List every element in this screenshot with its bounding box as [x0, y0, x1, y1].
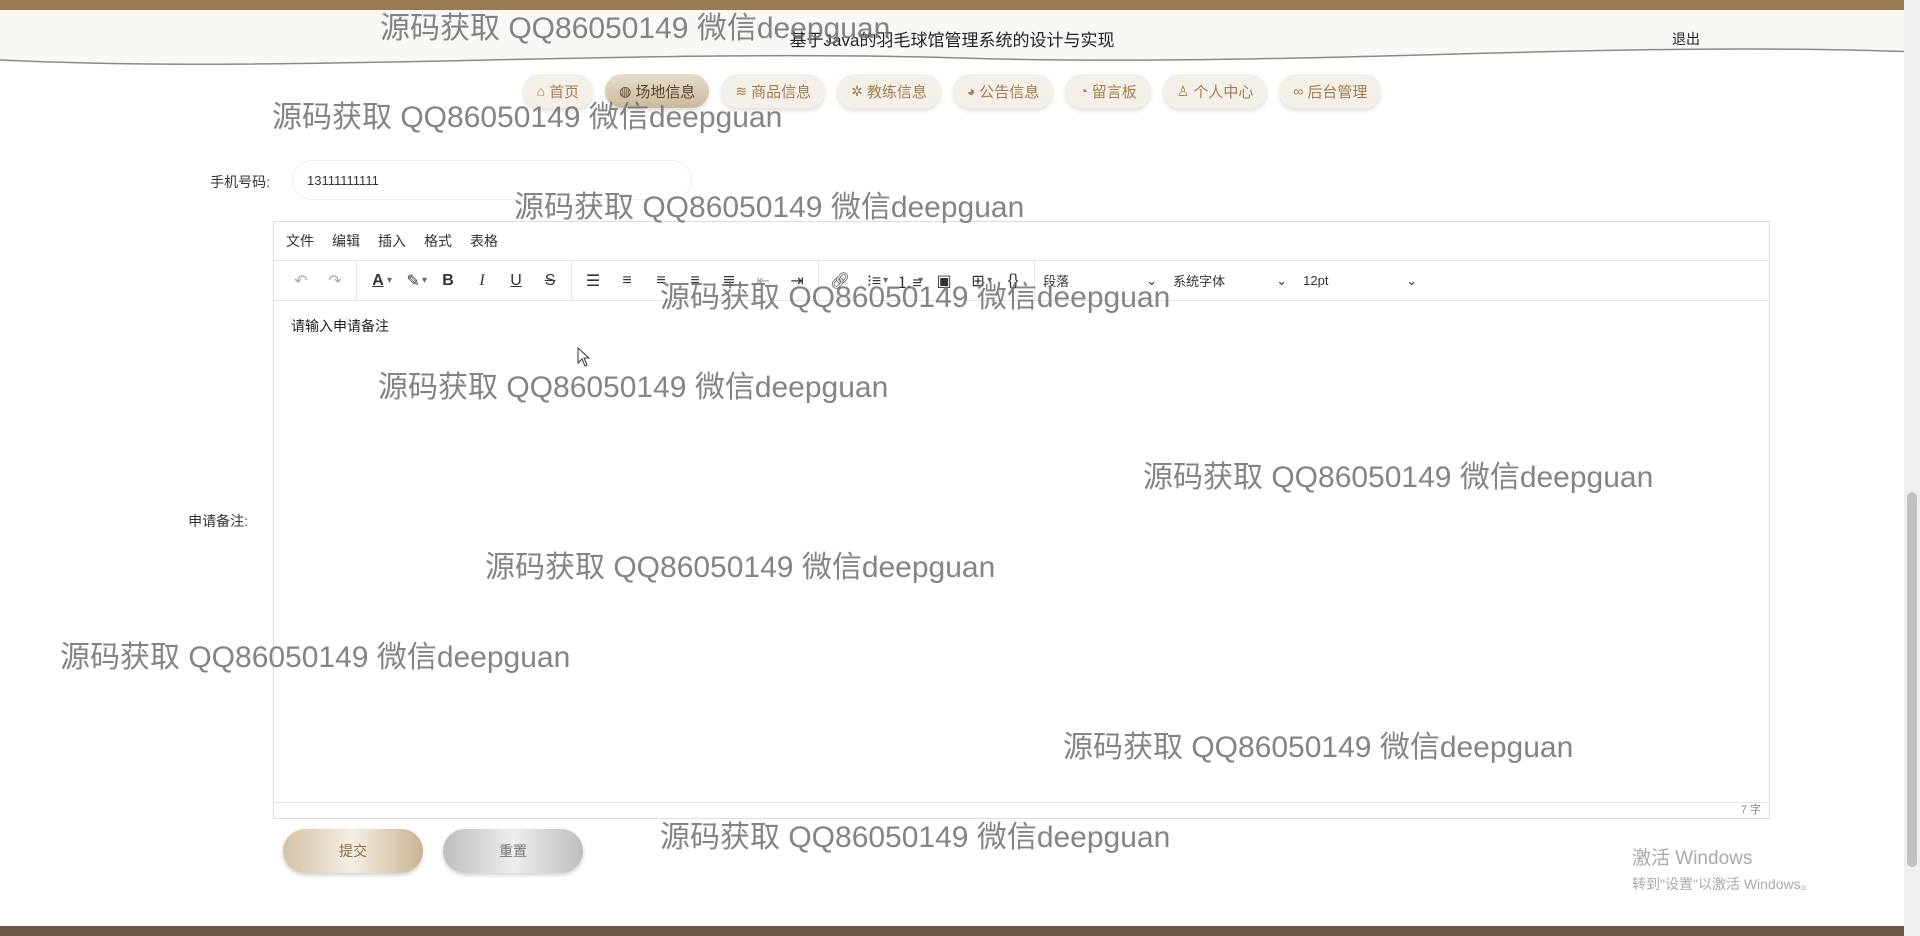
main-nav: ⌂ 首页 ◍ 场地信息 ≋ 商品信息 ✲ 教练信息 ◕ 公告信息 ◔ 留言板 ♙…	[0, 74, 1904, 108]
chevron-down-icon: ⌄	[1406, 272, 1418, 288]
nav-label: 公告信息	[979, 83, 1040, 101]
nav-personal-center[interactable]: ♙ 个人中心	[1162, 74, 1268, 108]
nav-label: 商品信息	[751, 83, 812, 101]
nav-admin[interactable]: ∞ 后台管理	[1279, 74, 1382, 108]
user-icon: ♙	[1176, 82, 1190, 99]
chevron-down-icon[interactable]: ▾	[422, 275, 427, 286]
globe-icon: ◍	[619, 82, 632, 99]
mouse-cursor-icon	[577, 347, 591, 367]
size-select-value: 12pt	[1303, 273, 1329, 288]
chevron-down-icon[interactable]: ▾	[987, 275, 992, 286]
palette-icon: ◕	[966, 83, 976, 99]
text-style-group: A ▾ ✎ ▾ B I U S	[357, 261, 573, 300]
nav-label: 场地信息	[635, 83, 696, 101]
dashboard-icon: ◔	[1079, 83, 1088, 99]
code-icon[interactable]: {}	[996, 266, 1030, 296]
site-title: 基于Java的羽毛球馆管理系统的设计与实现	[789, 31, 1115, 50]
scrollbar-thumb[interactable]	[1907, 492, 1917, 867]
layers-icon: ≋	[735, 82, 748, 99]
menu-table[interactable]: 表格	[470, 231, 498, 251]
phone-input[interactable]	[292, 160, 692, 200]
footer-bar	[0, 926, 1904, 936]
align-group: ☰ ≡ ≡ ≡ ≣ ⇤ ⇥	[572, 261, 820, 300]
editor-menubar: 文件 编辑 插入 格式 表格	[274, 222, 1769, 261]
chevron-down-icon[interactable]: ▾	[883, 275, 888, 286]
strikethrough-icon[interactable]: S	[533, 266, 567, 296]
align-left-icon[interactable]: ≡	[610, 266, 644, 296]
submit-button[interactable]: 提交	[283, 829, 423, 873]
remark-label: 申请备注:	[188, 513, 248, 529]
nav-message-board[interactable]: ◔ 留言板	[1065, 74, 1151, 108]
word-count: 7 字	[1740, 804, 1761, 816]
editor-content-area[interactable]: 请输入申请备注	[274, 300, 1769, 802]
nav-venue-info[interactable]: ◍ 场地信息	[605, 74, 710, 108]
chevron-down-icon: ⌄	[1276, 272, 1288, 288]
rich-text-editor: 文件 编辑 插入 格式 表格 ↶ ↷ A ▾ ✎ ▾ B I U S ☰ ≡ ≡…	[273, 221, 1770, 819]
editor-text: 请输入申请备注	[291, 318, 389, 334]
font-select-value: 系统字体	[1173, 274, 1226, 289]
activation-title: 激活 Windows	[1632, 848, 1753, 869]
align-right-icon[interactable]: ≡	[678, 266, 712, 296]
nav-label: 教练信息	[866, 83, 927, 101]
activation-subtitle: 转到"设置"以激活 Windows。	[1632, 876, 1815, 892]
history-group: ↶ ↷	[280, 261, 357, 300]
outdent-icon[interactable]: ⇤	[746, 266, 780, 296]
underline-icon[interactable]: U	[499, 266, 533, 296]
insert-group: 🔗︎ ⁝≡ ▾ ⒈≡ ▾ ▣ ⊞ ▾ {}	[819, 261, 1036, 300]
windows-activation-notice: 激活 Windows 转到"设置"以激活 Windows。	[1632, 843, 1815, 894]
reset-button[interactable]: 重置	[443, 829, 583, 873]
menu-insert[interactable]: 插入	[378, 231, 406, 251]
align-center-icon[interactable]: ≡	[644, 266, 678, 296]
editor-toolbar: ↶ ↷ A ▾ ✎ ▾ B I U S ☰ ≡ ≡ ≡ ≣ ⇤ ⇥ 🔗︎ ⁝≡ …	[274, 261, 1769, 301]
paragraph-select-value: 段落	[1043, 274, 1070, 289]
paragraph-select[interactable]: 段落 ⌄	[1035, 266, 1165, 296]
menu-edit[interactable]: 编辑	[332, 231, 360, 251]
line-height-icon[interactable]: ☰	[576, 266, 610, 296]
chevron-down-icon: ⌄	[1146, 272, 1158, 288]
editor-statusbar: 7 字	[274, 802, 1769, 818]
nav-label: 留言板	[1091, 83, 1137, 101]
nav-coach-info[interactable]: ✲ 教练信息	[837, 74, 941, 108]
nav-label: 个人中心	[1193, 83, 1254, 101]
bold-icon[interactable]: B	[431, 266, 465, 296]
link-icon[interactable]: 🔗︎	[823, 266, 857, 296]
align-justify-icon[interactable]: ≣	[712, 266, 746, 296]
redo-icon[interactable]: ↷	[318, 266, 352, 296]
link-icon: ∞	[1293, 83, 1304, 99]
home-icon: ⌂	[536, 83, 546, 99]
logout-link[interactable]: 退出	[1672, 29, 1700, 49]
menu-file[interactable]: 文件	[286, 231, 314, 251]
gear-icon: ✲	[851, 82, 863, 99]
top-accent-bar	[0, 0, 1920, 10]
nav-home[interactable]: ⌂ 首页	[522, 74, 594, 108]
nav-product-info[interactable]: ≋ 商品信息	[721, 74, 826, 108]
image-icon[interactable]: ▣	[927, 266, 961, 296]
menu-format[interactable]: 格式	[424, 231, 452, 251]
phone-label: 手机号码:	[210, 174, 270, 190]
nav-label: 首页	[549, 83, 580, 101]
chevron-down-icon[interactable]: ▾	[918, 275, 923, 286]
nav-announcements[interactable]: ◕ 公告信息	[952, 74, 1054, 108]
font-size-select[interactable]: 12pt ⌄	[1295, 266, 1425, 296]
indent-icon[interactable]: ⇥	[780, 266, 814, 296]
nav-label: 后台管理	[1307, 83, 1368, 101]
italic-icon[interactable]: I	[465, 266, 499, 296]
font-family-select[interactable]: 系统字体 ⌄	[1165, 266, 1295, 296]
undo-icon[interactable]: ↶	[284, 266, 318, 296]
chevron-down-icon[interactable]: ▾	[387, 275, 392, 286]
